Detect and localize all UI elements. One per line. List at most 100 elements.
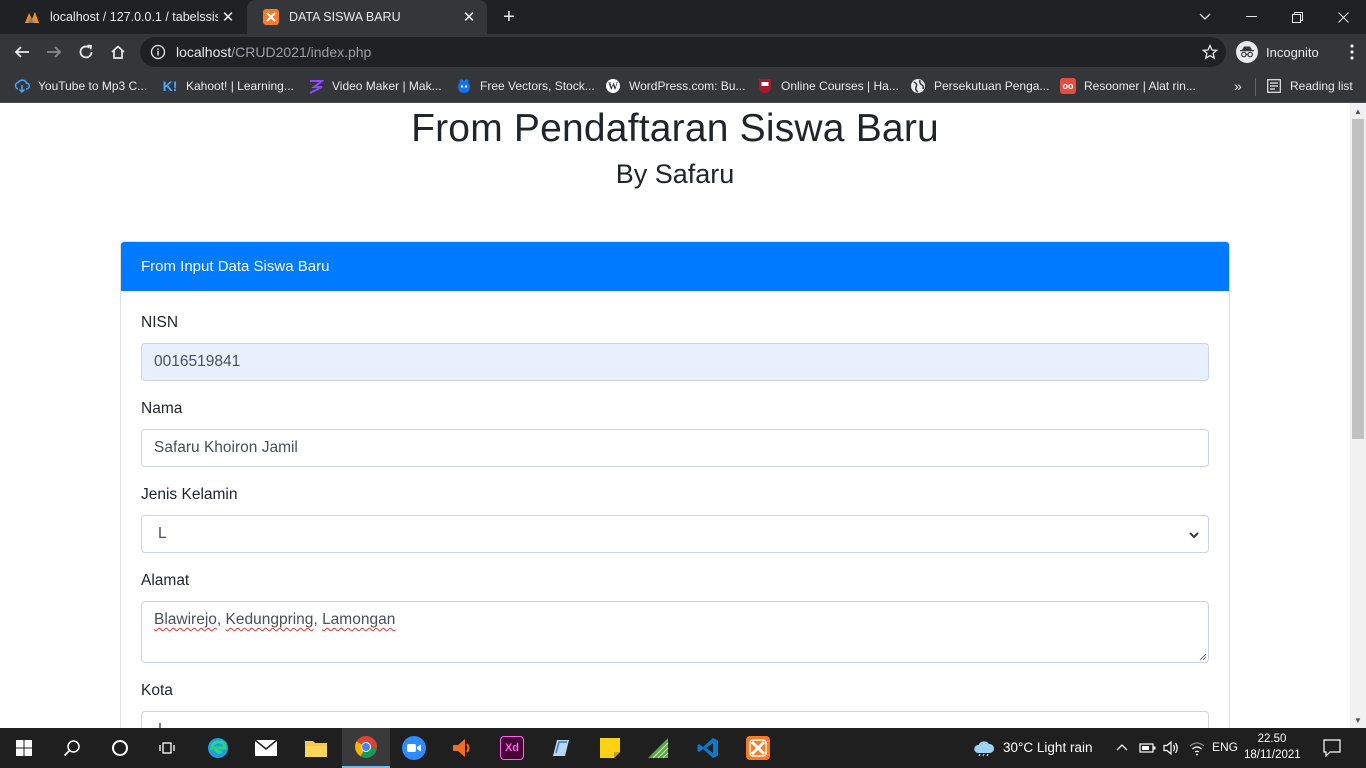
home-button[interactable] (104, 38, 132, 66)
nisn-input[interactable]: 0016519841 (141, 343, 1209, 381)
browser-toolbar: localhost/CRUD2021/index.php Incognito (0, 34, 1366, 70)
adobe-xd-icon[interactable]: Xd (488, 728, 536, 768)
language-indicator[interactable]: ENG (1212, 740, 1238, 754)
more-bookmarks-chevron-icon[interactable]: » (1234, 76, 1242, 96)
clock[interactable]: 22.50 18/11/2021 (1244, 731, 1301, 763)
reading-list-label: Reading list (1290, 79, 1353, 93)
kahoot-icon: K! (162, 78, 178, 94)
reading-list-button[interactable]: Reading list (1266, 76, 1353, 96)
close-icon[interactable]: ✕ (218, 7, 238, 27)
video-maker-icon (308, 78, 324, 94)
form-card: From Input Data Siswa Baru NISN 00165198… (120, 241, 1230, 728)
nama-value: Safaru Khoiron Jamil (154, 439, 298, 456)
bookmark-persekutuan[interactable]: Persekutuan Penga... (910, 76, 1049, 96)
tab-search-icon[interactable] (1182, 0, 1228, 34)
chevron-up-icon[interactable] (1115, 741, 1129, 760)
cloud-download-icon (14, 78, 30, 94)
search-icon[interactable] (48, 728, 96, 768)
url-host: localhost (176, 44, 232, 60)
weather-cloud-icon (972, 739, 996, 762)
card-header: From Input Data Siswa Baru (121, 242, 1229, 291)
reload-button[interactable] (72, 38, 100, 66)
xampp-icon (263, 9, 279, 25)
bookmark-label: YouTube to Mp3 C... (38, 79, 148, 93)
battery-icon[interactable] (1139, 741, 1157, 760)
bookmark-kahoot[interactable]: K! Kahoot! | Learning... (162, 76, 294, 96)
clock-date: 18/11/2021 (1244, 749, 1301, 761)
nisn-label: NISN (141, 314, 179, 331)
notepad-icon[interactable] (536, 728, 584, 768)
scroll-down-arrow-icon[interactable]: ▼ (1350, 713, 1366, 727)
address-bar[interactable]: localhost/CRUD2021/index.php (140, 37, 1226, 67)
jenis-kelamin-label: Jenis Kelamin (141, 486, 238, 503)
page-scrollbar[interactable]: ▲ ▼ (1350, 103, 1366, 728)
file-explorer-icon[interactable] (292, 728, 340, 768)
forward-button[interactable] (40, 38, 68, 66)
alamat-textarea[interactable]: Blawirejo, Kedungpring, Lamongan (141, 601, 1209, 663)
tab-strip: localhost / 127.0.0.1 / tabelssiswa ✕ DA… (0, 0, 1366, 34)
resoomer-icon: oo (1060, 78, 1076, 94)
edge-icon[interactable] (194, 728, 242, 768)
task-view-icon[interactable] (144, 728, 192, 768)
menu-kebab-icon[interactable] (1338, 38, 1366, 66)
incognito-profile-button[interactable]: Incognito (1230, 38, 1326, 66)
sticky-notes-icon[interactable] (586, 728, 634, 768)
tab-data-siswa-baru[interactable]: DATA SISWA BARU ✕ (247, 0, 487, 34)
bookmark-harvard[interactable]: Online Courses | Ha... (757, 76, 899, 96)
clock-time: 22.50 (1257, 733, 1287, 745)
bookmark-video-maker[interactable]: Video Maker | Mak... (308, 76, 442, 96)
bookmark-label: Online Courses | Ha... (781, 79, 899, 93)
chrome-icon[interactable] (342, 728, 390, 768)
page-viewport: From Pendaftaran Siswa Baru By Safaru Fr… (0, 103, 1350, 728)
kota-value: L (158, 721, 167, 728)
resize-handle-icon[interactable] (1198, 652, 1207, 661)
cortana-icon[interactable] (96, 728, 144, 768)
nama-input[interactable]: Safaru Khoiron Jamil (141, 429, 1209, 467)
incognito-icon (1236, 41, 1258, 63)
notification-icon[interactable] (1323, 739, 1341, 762)
page-subtitle: By Safaru (615, 159, 735, 189)
bookmark-youtube-mp3[interactable]: YouTube to Mp3 C... (14, 76, 147, 96)
bookmark-label: Persekutuan Penga... (934, 79, 1050, 93)
tab-title: DATA SISWA BARU (289, 10, 401, 24)
bookmark-resoomer[interactable]: oo Resoomer | Alat rin... (1060, 76, 1196, 96)
minimize-button[interactable] (1228, 0, 1274, 34)
audacity-icon[interactable] (438, 728, 486, 768)
bookmark-label: WordPress.com: Bu... (629, 79, 746, 93)
bookmarks-bar: YouTube to Mp3 C... K! Kahoot! | Learnin… (0, 70, 1366, 103)
tab-phpmyadmin[interactable]: localhost / 127.0.0.1 / tabelssiswa ✕ (8, 0, 246, 34)
bookmark-label: Kahoot! | Learning... (186, 79, 294, 93)
nama-label: Nama (141, 400, 183, 417)
volume-icon[interactable] (1162, 740, 1180, 761)
kota-select[interactable]: L (141, 711, 1209, 728)
spreadsheet-icon[interactable] (634, 728, 682, 768)
bookmark-freepik[interactable]: Free Vectors, Stock... (456, 76, 595, 96)
bookmarks-divider (1255, 78, 1256, 96)
harvard-icon (757, 78, 773, 94)
chevron-down-icon (1188, 528, 1200, 540)
alamat-label: Alamat (141, 572, 190, 589)
alamat-value: Blawirejo, Kedungpring, Lamongan (154, 611, 396, 628)
zoom-icon[interactable] (390, 728, 438, 768)
url-path: /CRUD2021/index.php (231, 44, 372, 60)
scroll-thumb[interactable] (1352, 119, 1364, 439)
freepik-icon (456, 78, 472, 94)
vscode-icon[interactable] (684, 728, 732, 768)
reading-list-icon (1266, 78, 1282, 94)
bookmark-wordpress[interactable]: W WordPress.com: Bu... (605, 76, 745, 96)
new-tab-button[interactable]: + (497, 6, 521, 28)
xampp-taskbar-icon[interactable] (734, 728, 782, 768)
wifi-icon[interactable] (1188, 740, 1206, 761)
star-icon[interactable] (1202, 44, 1218, 60)
jenis-kelamin-select[interactable]: L (141, 515, 1209, 553)
back-button[interactable] (8, 38, 36, 66)
scroll-up-arrow-icon[interactable]: ▲ (1350, 104, 1366, 118)
close-icon[interactable]: ✕ (459, 7, 479, 27)
info-icon[interactable] (150, 44, 166, 60)
mail-icon[interactable] (242, 728, 290, 768)
start-button[interactable] (0, 728, 48, 768)
weather-text[interactable]: 30°C Light rain (1003, 740, 1092, 755)
page-title: From Pendaftaran Siswa Baru (411, 107, 939, 150)
close-window-button[interactable] (1320, 0, 1366, 34)
restore-button[interactable] (1274, 0, 1320, 34)
